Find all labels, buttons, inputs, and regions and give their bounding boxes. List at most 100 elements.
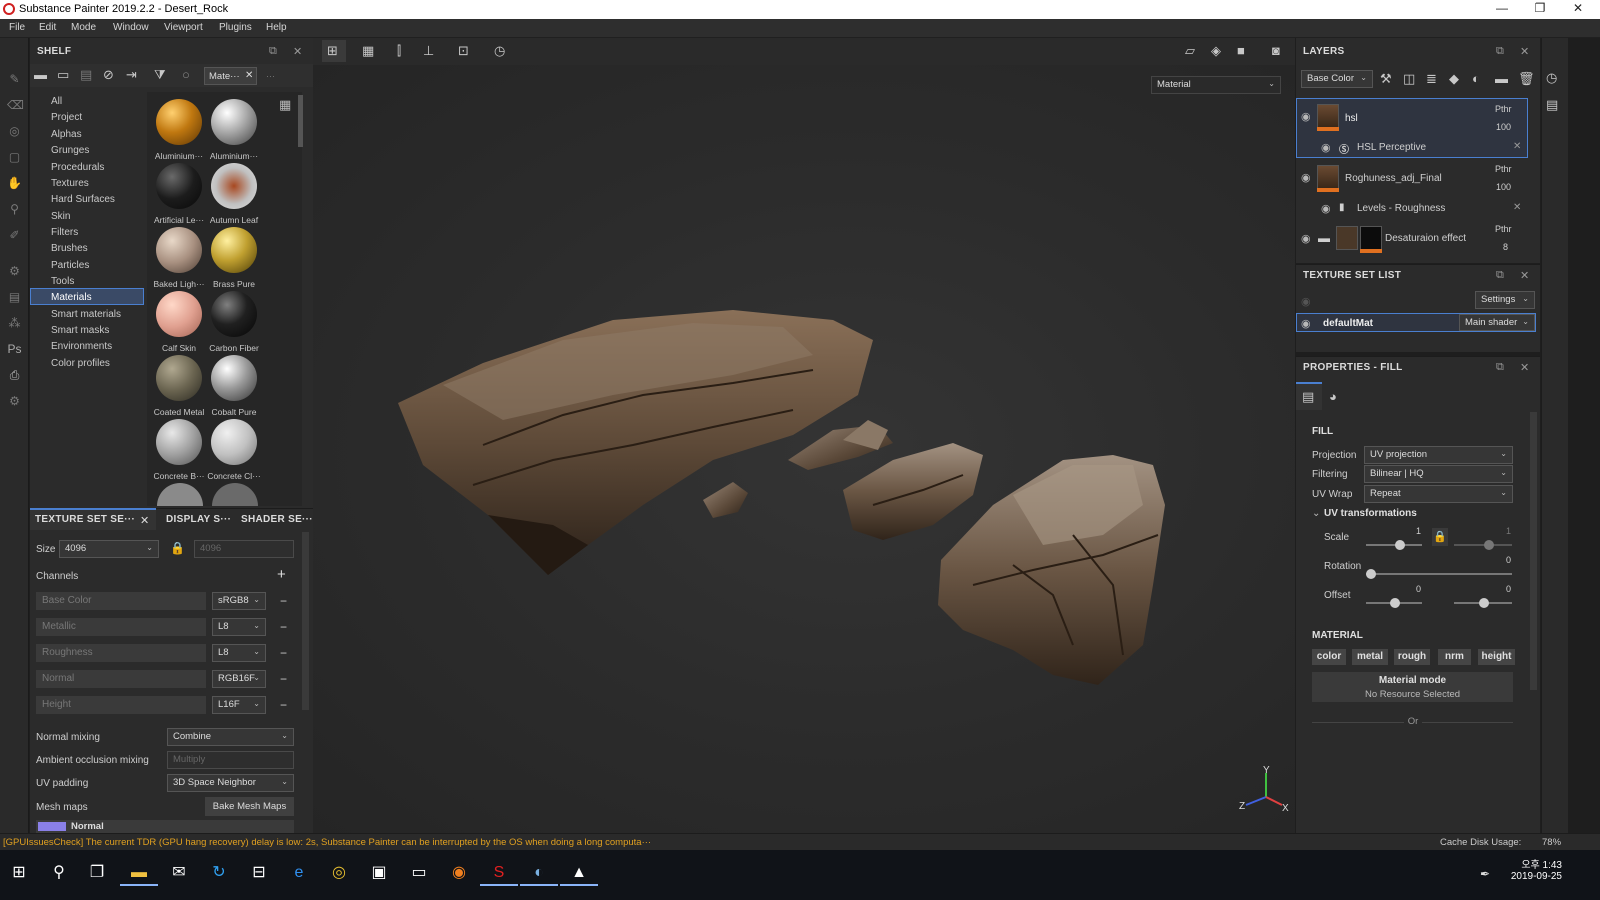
material-thumb[interactable]: Coated Metal: [152, 355, 206, 417]
texture-set-settings-select[interactable]: Settings ⌄: [1475, 291, 1535, 309]
category-item[interactable]: Alphas: [51, 129, 82, 140]
layer-opacity[interactable]: 100: [1496, 182, 1511, 192]
category-item[interactable]: Hard Surfaces: [51, 194, 115, 205]
close-panel-icon[interactable]: ✕: [1520, 45, 1529, 58]
tab-shader-settings[interactable]: SHADER SE···: [241, 514, 313, 525]
photoshop-icon[interactable]: Ps: [7, 342, 22, 357]
material-thumb[interactable]: Concrete B···: [152, 419, 206, 481]
frame-icon[interactable]: ⊡: [458, 43, 469, 59]
close-panel-icon[interactable]: ✕: [1520, 361, 1529, 374]
symmetry-icon[interactable]: ⫿: [397, 43, 401, 59]
uv-grid-icon[interactable]: ▦: [362, 43, 374, 59]
add-channel-icon[interactable]: +: [277, 566, 286, 583]
screenshot-icon[interactable]: ◙: [1272, 43, 1280, 58]
category-item[interactable]: Smart materials: [51, 309, 121, 320]
eye-icon[interactable]: ◉: [1301, 232, 1311, 245]
category-item[interactable]: Brushes: [51, 243, 88, 254]
folder-icon[interactable]: ▬: [34, 67, 47, 82]
material-rough-button[interactable]: rough: [1394, 649, 1430, 665]
sync-app-icon[interactable]: ↻: [206, 860, 232, 886]
task-view-icon[interactable]: ❐: [84, 860, 110, 886]
channel-format-select[interactable]: L16F ⌄: [212, 696, 266, 714]
close-panel-icon[interactable]: ✕: [293, 45, 302, 58]
layer-opacity[interactable]: 100: [1496, 122, 1511, 132]
offset-slider-handle[interactable]: [1390, 598, 1400, 608]
material-thumb[interactable]: Autumn Leaf: [207, 163, 261, 225]
bake-icon[interactable]: ⚙: [7, 264, 22, 279]
add-effect-icon[interactable]: ◫: [1403, 71, 1415, 87]
add-folder-icon[interactable]: ▬: [1495, 71, 1508, 86]
close-panel-icon[interactable]: ✕: [1520, 269, 1529, 282]
clock-date[interactable]: 2019-09-25: [1500, 871, 1562, 882]
refresh-icon[interactable]: ○: [182, 67, 190, 82]
material-height-button[interactable]: height: [1478, 649, 1515, 665]
layer-blend-mode[interactable]: Pthr: [1495, 104, 1512, 114]
terminal-icon[interactable]: ▭: [406, 860, 432, 886]
hide-icon[interactable]: ⊘: [103, 67, 114, 83]
file-explorer-icon[interactable]: ▬: [120, 860, 158, 886]
edge-icon[interactable]: e: [286, 860, 312, 886]
material-thumb[interactable]: Cobalt Pure: [207, 355, 261, 417]
align-icon[interactable]: ⊥: [423, 43, 434, 59]
close-tab-icon[interactable]: ✕: [140, 514, 149, 527]
texture-icon[interactable]: ▤: [7, 290, 22, 305]
material-thumb[interactable]: Aluminium···: [152, 99, 206, 161]
float-panel-icon[interactable]: ⧉: [1496, 361, 1504, 374]
grid-icon[interactable]: ⊞: [327, 43, 338, 59]
channel-format-select[interactable]: L8 ⌄: [212, 644, 266, 662]
category-item[interactable]: Procedurals: [51, 162, 104, 173]
category-item[interactable]: Smart masks: [51, 325, 109, 336]
eraser-icon[interactable]: ⌫: [7, 98, 24, 113]
close-window-button[interactable]: ✕: [1560, 0, 1596, 19]
import-icon[interactable]: ⇥: [126, 67, 137, 83]
material-thumb[interactable]: Aluminium···: [207, 99, 261, 161]
category-item[interactable]: All: [51, 96, 62, 107]
material-thumb[interactable]: Calf Skin: [152, 291, 206, 353]
remove-channel-icon[interactable]: −: [280, 620, 287, 634]
more-icon[interactable]: ···: [266, 71, 275, 81]
layer-opacity[interactable]: 8: [1503, 242, 1508, 252]
material-properties-icon[interactable]: ◕: [1329, 389, 1337, 404]
status-message[interactable]: [GPUIssuesCheck] The current TDR (GPU ha…: [3, 837, 651, 848]
export-icon[interactable]: ⎙: [7, 368, 22, 383]
eye-icon[interactable]: ◉: [1321, 141, 1331, 154]
log-panel-icon[interactable]: ▤: [1546, 97, 1558, 113]
chrome-icon[interactable]: ◎: [326, 860, 352, 886]
category-item[interactable]: Skin: [51, 211, 70, 222]
channel-format-select[interactable]: sRGB8 ⌄: [212, 592, 266, 610]
channel-format-select[interactable]: RGB16F ⌄: [212, 670, 266, 688]
remove-channel-icon[interactable]: −: [280, 594, 287, 608]
add-fill-icon[interactable]: ◆: [1449, 71, 1459, 87]
category-item[interactable]: Textures: [51, 178, 89, 189]
remove-channel-icon[interactable]: −: [280, 698, 287, 712]
eye-icon[interactable]: ◉: [1321, 202, 1331, 215]
store-icon[interactable]: ⊟: [246, 860, 272, 886]
history-icon[interactable]: ◷: [494, 43, 505, 59]
material-color-button[interactable]: color: [1312, 649, 1346, 665]
dots-icon[interactable]: ⁂: [7, 316, 22, 331]
paint-brush-icon[interactable]: ✎: [7, 72, 22, 87]
color-picker-icon[interactable]: ✐: [7, 228, 22, 243]
float-panel-icon[interactable]: ⧉: [1496, 269, 1504, 282]
remove-effect-icon[interactable]: ✕: [1513, 141, 1521, 152]
float-panel-icon[interactable]: ⧉: [1496, 45, 1504, 58]
minimize-button[interactable]: —: [1484, 0, 1520, 19]
menu-edit[interactable]: Edit: [39, 22, 56, 33]
settings-icon[interactable]: ⚙: [7, 394, 22, 409]
layer-channel-select[interactable]: Base Color ⌄: [1301, 70, 1373, 88]
lock-icon[interactable]: 🔒: [170, 541, 185, 555]
grid-scrollbar[interactable]: [298, 95, 303, 147]
category-item[interactable]: Filters: [51, 227, 78, 238]
channel-format-select[interactable]: L8 ⌄: [212, 618, 266, 636]
maximize-button[interactable]: ❐: [1522, 0, 1558, 19]
app-icon[interactable]: ▣: [366, 860, 392, 886]
uv-transformations-header[interactable]: UV transformations: [1324, 508, 1417, 519]
category-item-selected[interactable]: Materials: [51, 292, 92, 303]
shader-select[interactable]: Main shader ⌄: [1459, 314, 1535, 331]
delete-layer-icon[interactable]: 🗑: [1518, 71, 1535, 87]
view-2d-icon[interactable]: ▱: [1185, 43, 1195, 59]
polygon-fill-icon[interactable]: ▢: [7, 150, 22, 165]
rotation-slider-track[interactable]: [1366, 573, 1512, 575]
normal-mixing-select[interactable]: Combine ⌄: [167, 728, 294, 746]
scale-slider-track[interactable]: [1366, 544, 1422, 546]
